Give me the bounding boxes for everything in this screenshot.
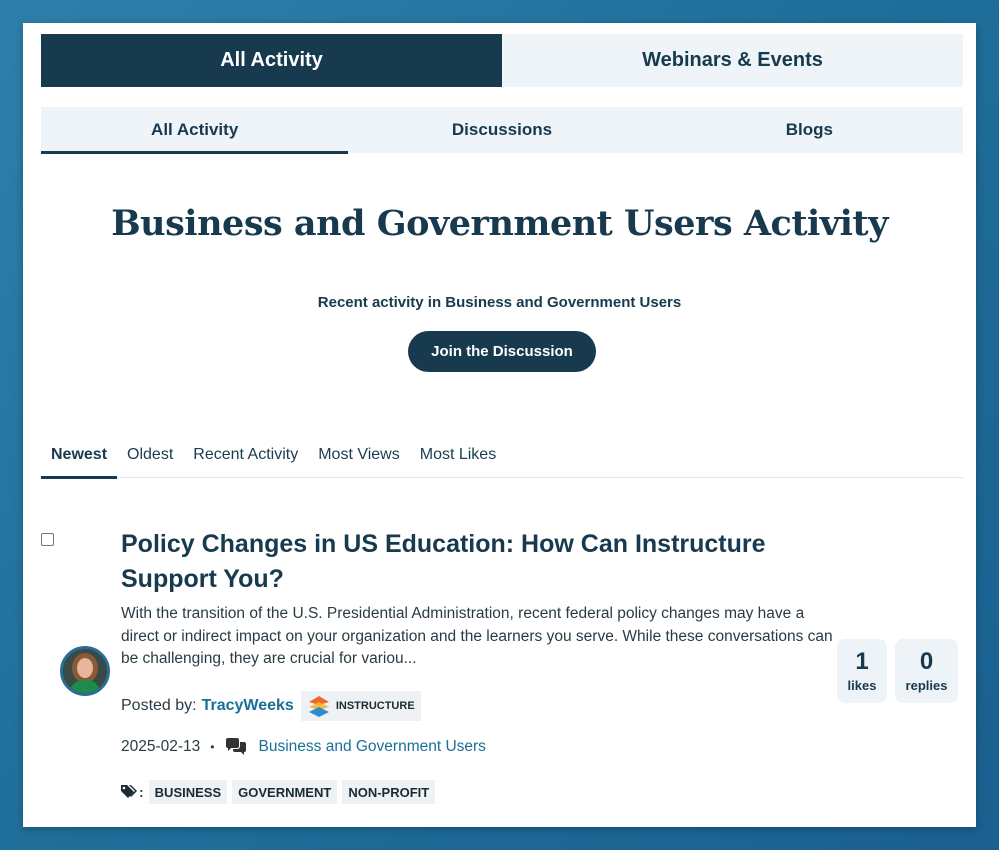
sort-most-likes[interactable]: Most Likes <box>410 433 506 478</box>
posted-by-label: Posted by: <box>121 697 197 714</box>
tag-business[interactable]: BUSINESS <box>148 780 228 804</box>
sort-newest[interactable]: Newest <box>41 433 118 479</box>
post-title[interactable]: Policy Changes in US Education: How Can … <box>121 527 821 597</box>
tag-non-profit[interactable]: NON-PROFIT <box>342 780 436 804</box>
likes-stat: 1 likes <box>837 639 887 703</box>
post-tags: : BUSINESS GOVERNMENT NON-PROFIT <box>121 780 436 804</box>
tab-webinars-events[interactable]: Webinars & Events <box>502 34 963 87</box>
sort-tabs: Newest Oldest Recent Activity Most Views… <box>41 433 963 479</box>
replies-label: replies <box>905 678 948 693</box>
tags-colon: : <box>139 784 144 800</box>
page-subtitle: Recent activity in Business and Governme… <box>317 294 682 311</box>
likes-count: 1 <box>855 648 869 675</box>
sort-recent-activity[interactable]: Recent Activity <box>183 433 308 478</box>
replies-count: 0 <box>919 648 934 675</box>
post-meta: 2025-02-13 • Business and Government Use… <box>121 736 486 758</box>
community-link[interactable]: Business and Government Users <box>259 738 486 756</box>
replies-stat: 0 replies <box>895 639 958 703</box>
tag-government[interactable]: GOVERNMENT <box>232 780 338 804</box>
discussion-icon <box>225 738 246 755</box>
post-select-checkbox[interactable] <box>41 533 54 546</box>
tab-all-activity[interactable]: All Activity <box>41 34 502 87</box>
post-excerpt: With the transition of the U.S. Presiden… <box>121 605 833 667</box>
subtab-blogs[interactable]: Blogs <box>656 107 963 153</box>
page-title: Business and Government Users Activity <box>111 203 888 244</box>
post-date: 2025-02-13 <box>121 738 201 755</box>
meta-bullet: • <box>210 740 215 754</box>
sub-tabs: All Activity Discussions Blogs <box>41 107 963 154</box>
badge-label: INSTRUCTURE <box>335 700 415 712</box>
likes-label: likes <box>847 678 877 693</box>
avatar[interactable] <box>60 646 110 696</box>
activity-card: All Activity Webinars & Events All Activ… <box>23 23 976 827</box>
top-tabs: All Activity Webinars & Events <box>41 34 963 87</box>
join-discussion-button[interactable]: Join the Discussion <box>408 331 596 372</box>
subtab-discussions[interactable]: Discussions <box>348 107 655 153</box>
instructure-badge: INSTRUCTURE <box>300 691 421 721</box>
posted-by: Posted by: TracyWeeks INSTRUCTURE <box>121 691 421 721</box>
sort-most-views[interactable]: Most Views <box>308 433 410 478</box>
sort-oldest[interactable]: Oldest <box>117 433 183 478</box>
subtab-all-activity[interactable]: All Activity <box>41 107 349 154</box>
author-link[interactable]: TracyWeeks <box>202 697 294 715</box>
instructure-logo-icon <box>308 696 329 717</box>
tag-icon <box>121 785 137 798</box>
